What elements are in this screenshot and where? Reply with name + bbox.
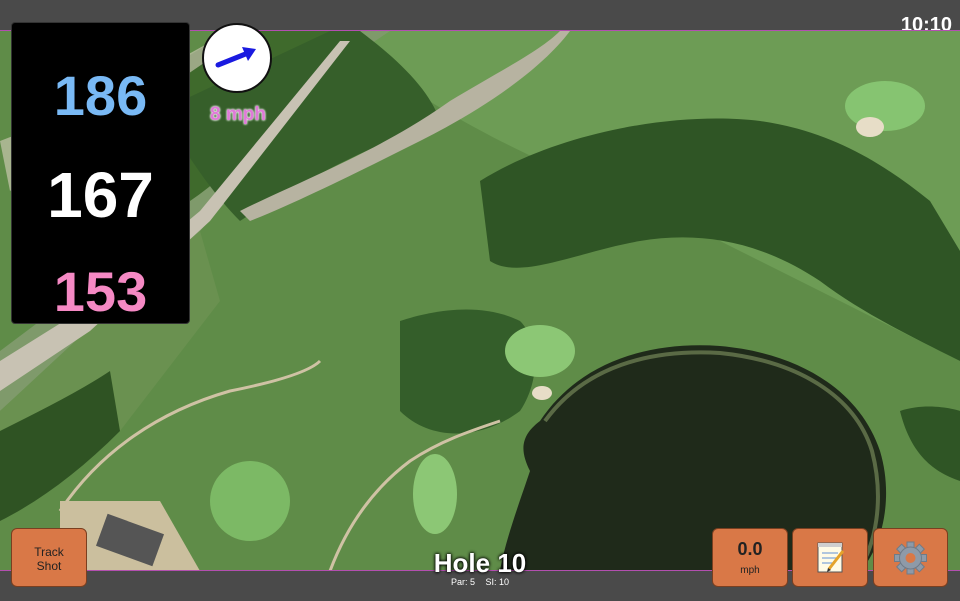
hole-info: Par: 5 SI: 10: [400, 577, 560, 587]
speed-unit: mph: [740, 565, 760, 576]
notepad-icon: [817, 542, 845, 573]
speed-button[interactable]: 0.0 mph: [712, 528, 788, 587]
wind-indicator[interactable]: [202, 23, 272, 93]
hole-title: Hole 10: [433, 548, 527, 578]
front-distance: 153: [53, 260, 148, 323]
track-shot-button[interactable]: Track Shot: [11, 528, 87, 587]
settings-button[interactable]: [873, 528, 948, 587]
wind-speed-label: 8 mph: [210, 104, 266, 125]
back-distance: 186: [53, 64, 148, 127]
track-shot-label-line1: Track: [34, 545, 64, 559]
track-shot-label-line2: Shot: [36, 559, 62, 573]
center-distance: 167: [47, 159, 154, 231]
speed-value: 0.0: [737, 539, 763, 559]
wind-direction-arrow-icon: [215, 47, 256, 68]
gear-icon: [894, 541, 927, 575]
notes-button[interactable]: [792, 528, 868, 587]
hole-par: Par: 5: [450, 577, 475, 587]
hole-stroke-index: SI: 10: [485, 577, 510, 587]
distance-panel: 186 167 153: [11, 22, 190, 324]
